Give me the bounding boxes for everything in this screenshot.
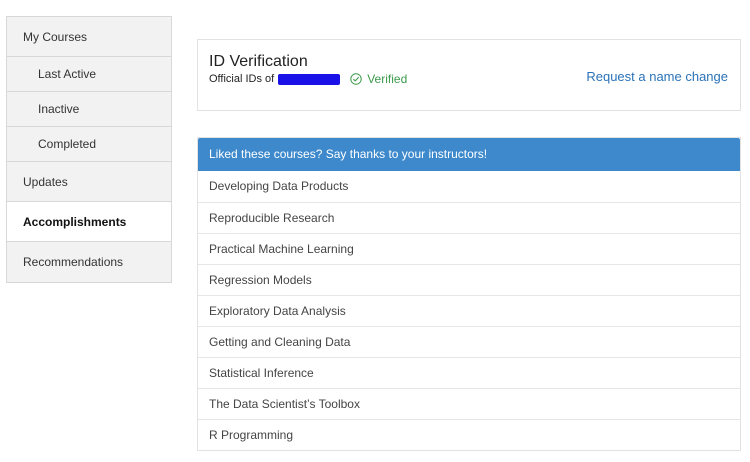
course-item[interactable]: Getting and Cleaning Data	[198, 326, 740, 357]
course-item[interactable]: Regression Models	[198, 264, 740, 295]
request-name-change-link[interactable]: Request a name change	[586, 69, 728, 84]
courses-thanks-card: Liked these courses? Say thanks to your …	[197, 137, 741, 451]
course-item[interactable]: Practical Machine Learning	[198, 233, 740, 264]
sidebar-item-my-courses[interactable]: My Courses	[7, 17, 171, 57]
sidebar-item-updates[interactable]: Updates	[7, 162, 171, 202]
sidebar-item-accomplishments[interactable]: Accomplishments	[7, 202, 171, 242]
courses-thanks-header: Liked these courses? Say thanks to your …	[198, 138, 740, 171]
course-item[interactable]: Exploratory Data Analysis	[198, 295, 740, 326]
redacted-name	[278, 73, 341, 85]
verified-label: Verified	[367, 72, 408, 86]
sidebar-item-completed[interactable]: Completed	[7, 127, 171, 162]
course-item[interactable]: Statistical Inference	[198, 357, 740, 388]
official-ids-label: Official IDs of	[209, 73, 275, 85]
id-verification-card: ID Verification Official IDs of Verified…	[197, 39, 741, 111]
course-item[interactable]: R Programming	[198, 419, 740, 450]
sidebar-nav: My Courses Last Active Inactive Complete…	[6, 16, 172, 283]
sidebar-item-last-active[interactable]: Last Active	[7, 57, 171, 92]
course-list: Developing Data Products Reproducible Re…	[198, 171, 740, 450]
check-circle-icon	[350, 73, 362, 85]
course-item[interactable]: Developing Data Products	[198, 171, 740, 202]
course-item[interactable]: The Data Scientist’s Toolbox	[198, 388, 740, 419]
course-item[interactable]: Reproducible Research	[198, 202, 740, 233]
sidebar-item-recommendations[interactable]: Recommendations	[7, 242, 171, 282]
verified-status: Verified	[350, 72, 407, 86]
sidebar-item-inactive[interactable]: Inactive	[7, 92, 171, 127]
id-verification-subtitle: Official IDs of Verified	[209, 72, 407, 86]
id-verification-title: ID Verification	[209, 53, 308, 70]
